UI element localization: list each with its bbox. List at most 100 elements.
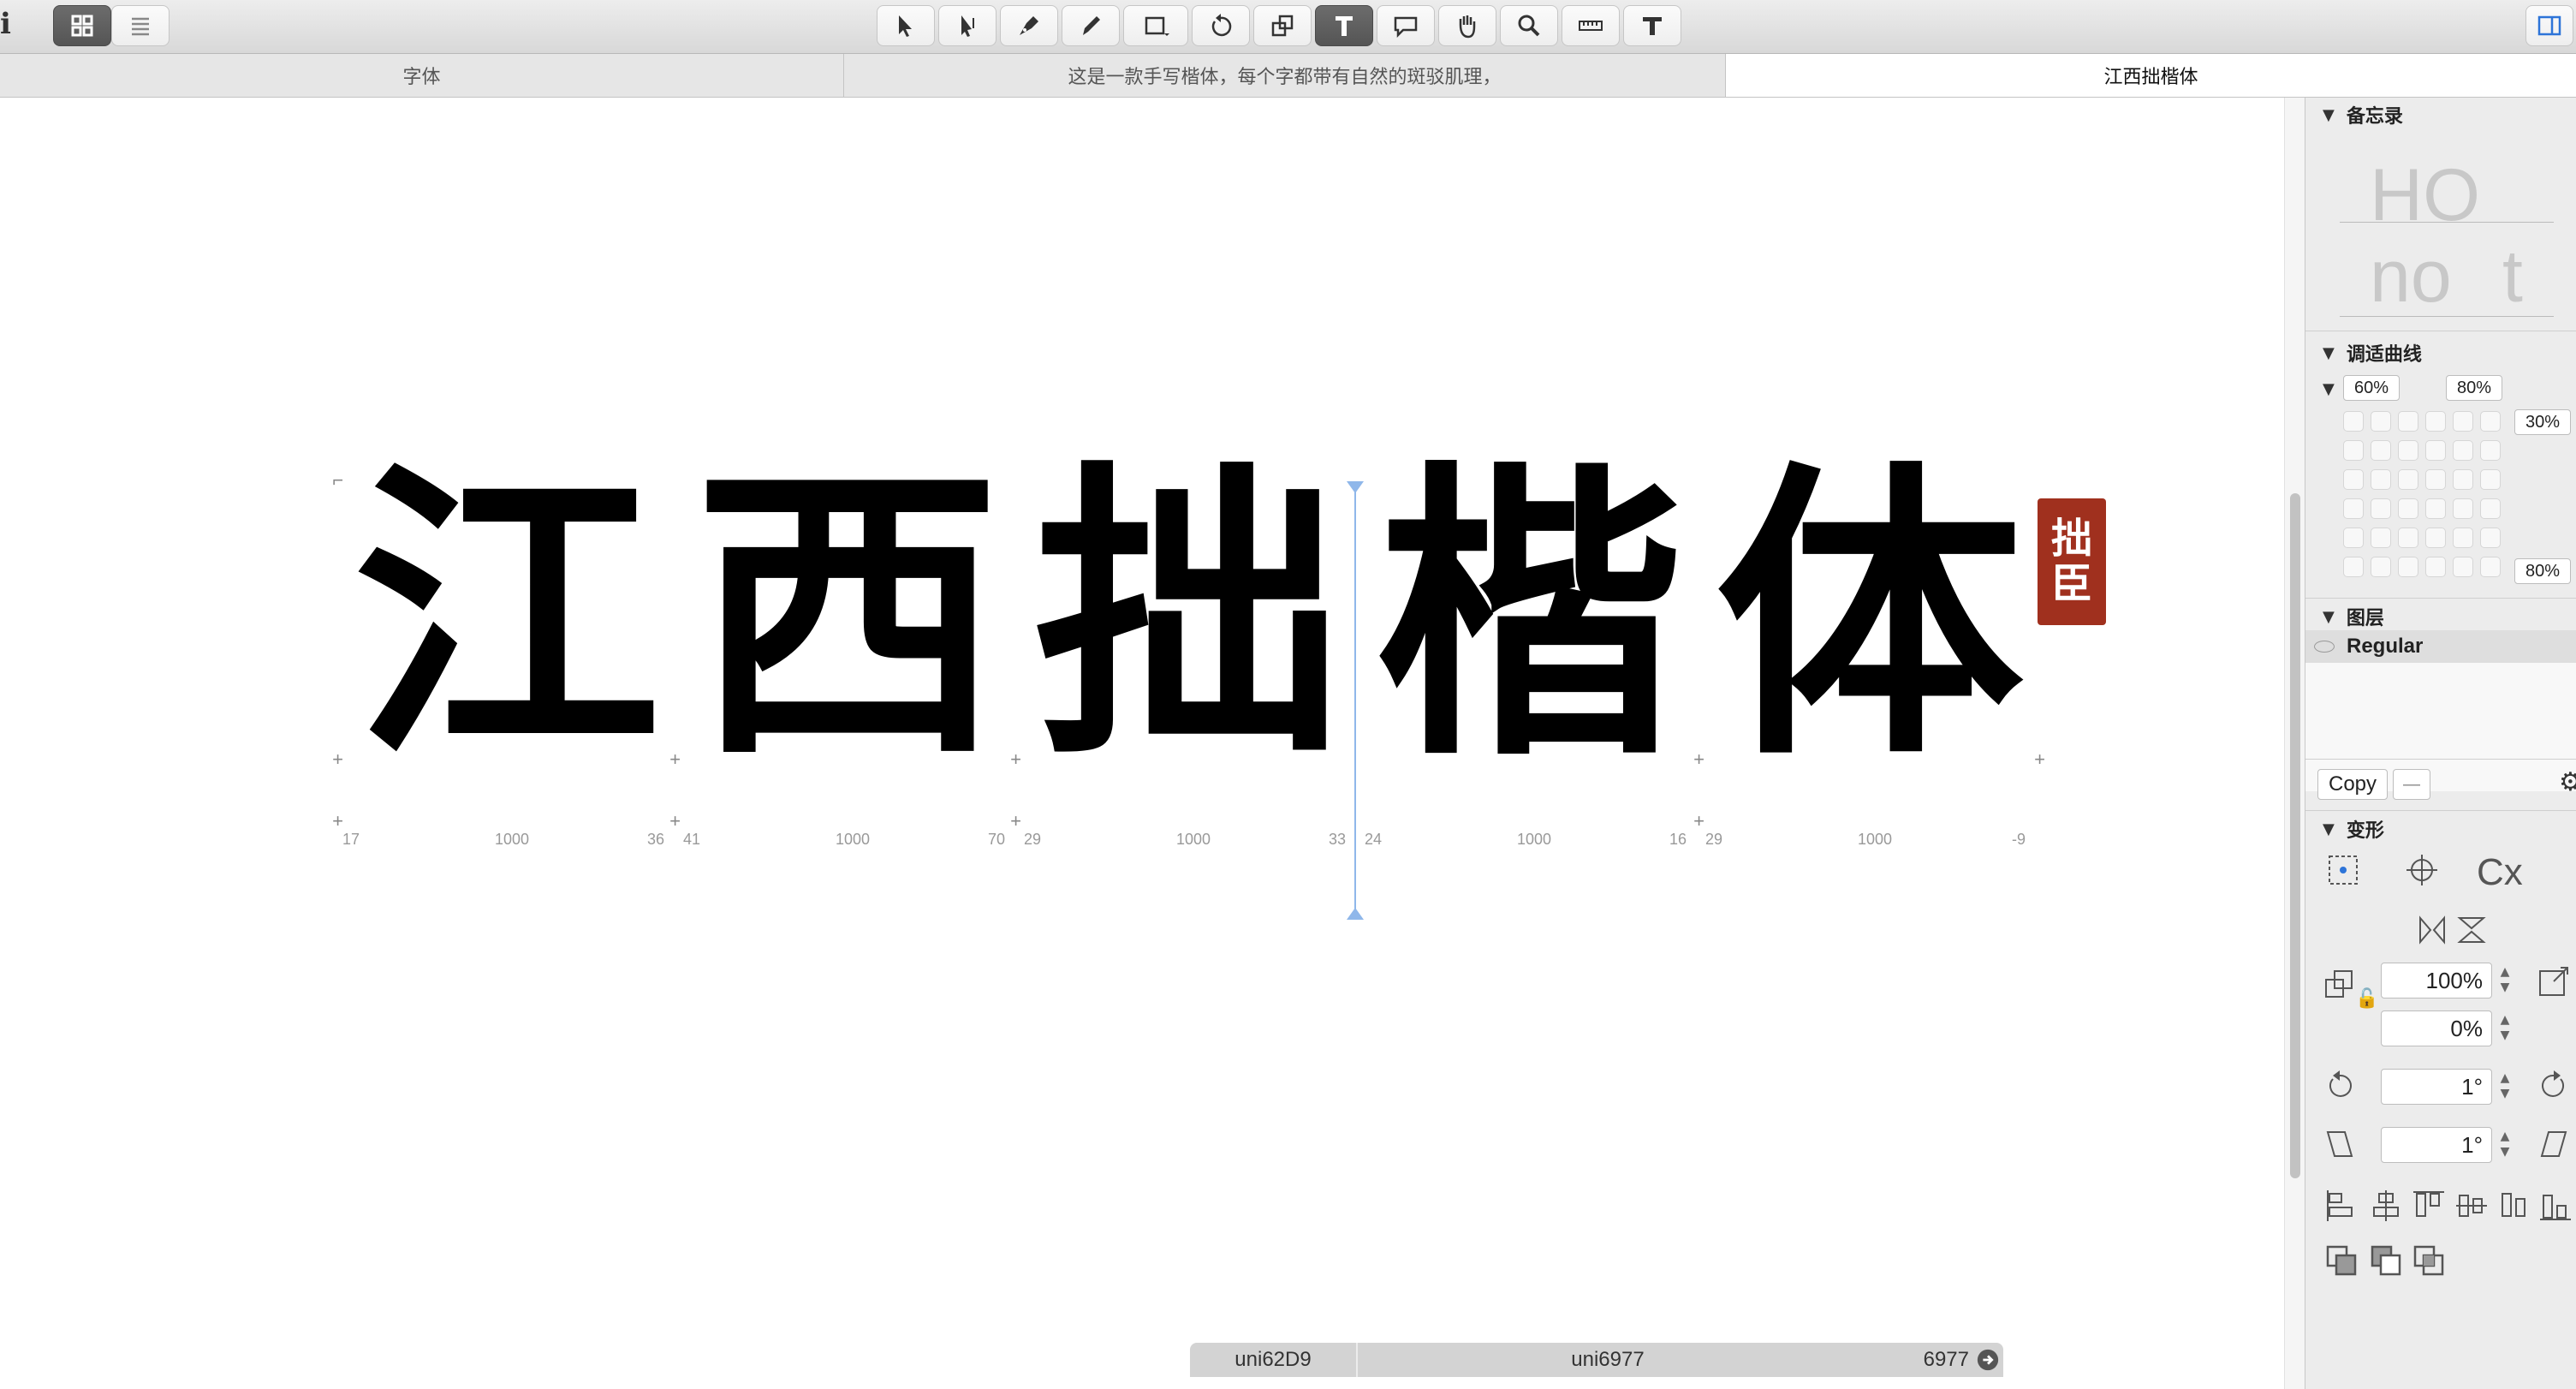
layers-section-header[interactable]: ▼ 图层 [2323,603,2384,630]
align-middle-icon[interactable] [2453,1187,2487,1218]
scroll-thumb[interactable] [2290,493,2300,1178]
curve-grid-cell[interactable] [2480,411,2501,432]
curve-grid-cell[interactable] [2343,498,2364,519]
curve-grid-cell[interactable] [2453,440,2473,461]
disclosure-triangle-icon[interactable]: ▼ [2323,380,2335,398]
curve-grid-cell[interactable] [2398,440,2418,461]
stepper[interactable]: ▲ ▼ [2497,1129,2513,1163]
pencil-tool-button[interactable] [1062,5,1120,46]
rotate-field[interactable]: 1° [2381,1069,2492,1105]
curve-grid-cell[interactable] [2343,557,2364,577]
curve-grid-cell[interactable] [2425,557,2446,577]
crosshair-icon[interactable] [2403,851,2441,889]
arrow-circle-icon[interactable] [1976,1348,2000,1372]
curve-grid-cell[interactable] [2371,557,2391,577]
curve-grid-cell[interactable] [2343,528,2364,548]
eye-icon[interactable] [2314,641,2335,653]
align-bottom-icon[interactable] [2537,1187,2571,1220]
curve-grid-cell[interactable] [2453,498,2473,519]
align-top-icon[interactable] [2410,1187,2444,1218]
curve-grid-cell[interactable] [2398,469,2418,490]
annotate-tool-button[interactable] [1377,5,1435,46]
zoom-tool-button[interactable] [1500,5,1558,46]
measure-tool-button[interactable] [1562,5,1620,46]
curves-section-header[interactable]: ▼ 调适曲线 [2323,339,2422,367]
tab-font[interactable]: 字体 [0,54,844,97]
curve-grid-cell[interactable] [2425,411,2446,432]
glyph-kai[interactable]: 楷 [1358,436,1700,796]
select-tool-button[interactable] [877,5,935,46]
previous-glyph-name[interactable]: uni62D9 [1190,1343,1356,1377]
curve-grid-cell[interactable] [2453,528,2473,548]
curve-grid-cell[interactable] [2398,557,2418,577]
curve-grid-cell[interactable] [2343,469,2364,490]
disclosure-triangle-icon[interactable]: ▼ [2323,608,2335,626]
curve-grid-cell[interactable] [2398,498,2418,519]
slant-left-icon[interactable] [2321,1125,2355,1159]
curve-percent-field[interactable]: 60% [2343,375,2400,401]
align-center-icon[interactable] [2367,1187,2399,1221]
curve-percent-field[interactable]: 30% [2514,409,2571,435]
curve-grid-cell[interactable] [2453,557,2473,577]
stepper[interactable]: ▲ ▼ [2497,1012,2513,1046]
gear-icon[interactable]: ⚙ [2559,767,2576,797]
current-glyph-name[interactable]: uni6977 [1358,1343,1858,1377]
transform-section-header[interactable]: ▼ 变形 [2323,815,2384,843]
erase-tool-button[interactable] [1623,5,1681,46]
curve-grid-cell[interactable] [2371,411,2391,432]
remove-layer-button[interactable]: — [2393,769,2430,800]
scale-x-field[interactable]: 100% [2381,963,2492,999]
info-icon[interactable]: i [0,7,11,41]
layer-row[interactable]: Regular [2305,630,2576,663]
rotate-ccw-icon[interactable] [2321,1067,2355,1101]
select-all-layers-tool-button[interactable] [938,5,996,46]
curve-grid-cell[interactable] [2371,498,2391,519]
curve-grid-cell[interactable] [2343,411,2364,432]
glyph-jiang[interactable]: 江 [336,436,678,796]
draw-tool-button[interactable] [1000,5,1058,46]
text-tool-button[interactable] [1315,5,1373,46]
scale-icon[interactable] [2321,966,2355,1000]
tab-preview[interactable]: 江西拙楷体 [1726,54,2576,97]
flip-horizontal-icon[interactable] [2413,911,2445,945]
rotate-cw-icon[interactable] [2535,1067,2569,1101]
disclosure-triangle-icon[interactable]: ▼ [2323,106,2335,124]
curve-grid-cell[interactable] [2425,528,2446,548]
copy-button[interactable]: Copy [2317,769,2388,800]
glyph-xi[interactable]: 西 [676,436,1019,796]
curve-grid-cell[interactable] [2453,411,2473,432]
memo-section-header[interactable]: ▼ 备忘录 [2323,101,2403,128]
disclosure-triangle-icon[interactable]: ▼ [2323,820,2335,838]
curve-grid-cell[interactable] [2425,469,2446,490]
union-icon[interactable] [2323,1242,2357,1276]
slant-right-icon[interactable] [2535,1125,2569,1159]
component-x-icon[interactable]: Cx [2477,851,2562,893]
disclosure-triangle-icon[interactable]: ▼ [2323,344,2335,362]
curve-grid-cell[interactable] [2453,469,2473,490]
sidebar-toggle-button[interactable] [2525,5,2573,46]
curve-percent-field[interactable]: 80% [2446,375,2502,401]
scale-y-field[interactable]: 0% [2381,1010,2492,1046]
lock-icon[interactable]: 🔓 [2355,988,2378,1010]
list-view-button[interactable] [111,5,170,46]
curve-grid-cell[interactable] [2398,411,2418,432]
tab-description[interactable]: 这是一款手写楷体，每个字都带有自然的斑驳肌理， [844,54,1726,97]
curve-grid-cell[interactable] [2371,528,2391,548]
align-left-icon[interactable] [2323,1187,2353,1221]
curve-grid-cell[interactable] [2425,440,2446,461]
rotate-tool-button[interactable] [1192,5,1250,46]
curve-grid-cell[interactable] [2480,440,2501,461]
flip-vertical-icon[interactable] [2453,911,2486,943]
curve-grid-cell[interactable] [2343,440,2364,461]
primitives-tool-button[interactable] [1123,5,1188,46]
stepper[interactable]: ▲ ▼ [2497,1070,2513,1105]
vertical-scrollbar[interactable] [2284,98,2305,1389]
curve-percent-field[interactable]: 80% [2514,558,2571,584]
curve-grid-cell[interactable] [2480,469,2501,490]
scale-tool-button[interactable] [1253,5,1312,46]
scale-up-icon[interactable] [2535,963,2569,997]
edit-canvas[interactable]: 江 西 拙 楷 体 拙 臣 ⌐ + + + + + + + + + 17 100… [0,98,2284,1389]
grid-view-button[interactable] [53,5,111,46]
curve-grid-cell[interactable] [2371,469,2391,490]
curve-grid-cell[interactable] [2480,557,2501,577]
